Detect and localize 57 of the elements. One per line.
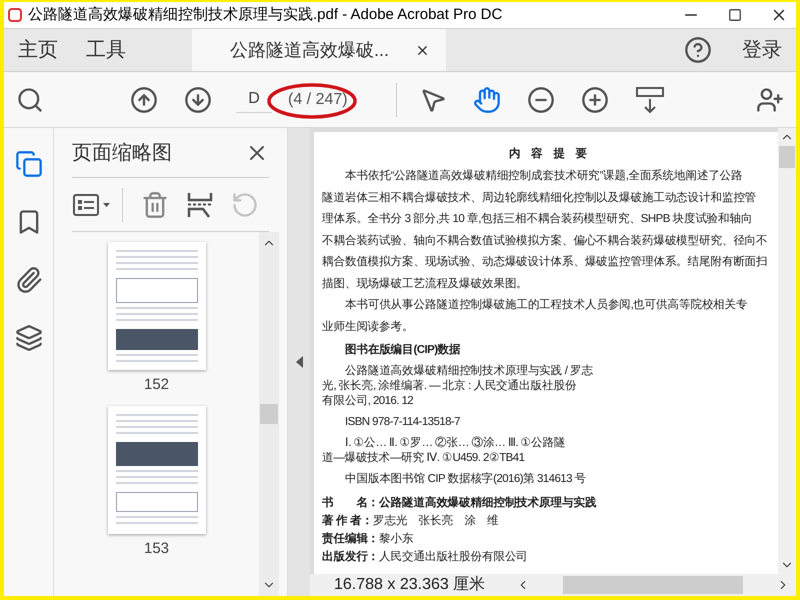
document-text: 有限公司, 2016. 12 [322,394,414,409]
options-icon[interactable] [72,192,112,218]
page-thumbnail[interactable] [108,406,206,534]
hand-icon[interactable] [472,86,501,114]
document-text: 理体系。全书分 3 部分,共 10 章,包括三相不耦合装药模型研究、SHPB 块度试验和轴向 [322,211,754,227]
scrollbar[interactable] [778,128,796,574]
insert-page-icon[interactable] [187,190,213,218]
document-text: 本书依托“公路隧道高效爆破精细控制成套技术研究”课题,全面系统地阐述了公路 [344,168,744,184]
page-number-field[interactable]: D [236,86,272,112]
document-text: Ⅰ. ①公… Ⅱ. ①罗… ②张… ③涂… Ⅲ. ①公路隧 [344,436,566,451]
scroll-thumb[interactable] [260,404,278,424]
window-title: 公路隧道高效爆破精细控制技术原理与实践.pdf - Adobe Acrobat Pro DC [28,4,502,25]
help-icon[interactable] [684,36,712,64]
document-text: 不耦合装药试验、轴向不耦合数值试验模拟方案、偏心不耦合装药爆破模型研究、径向不 [322,233,769,248]
scroll-thumb[interactable] [779,146,795,168]
document-text: 中国版本图书馆 CIP 数据核字(2016)第 314613 号 [344,472,587,487]
panel-title: 页面缩略图 [72,140,172,166]
zoom-in-icon[interactable] [580,86,609,114]
document-text: 描图、现场爆破工艺流程及爆破效果图。 [322,276,529,292]
nav-tab[interactable]: 主页 [4,29,72,71]
tab-label: 公路隧道高效爆破... [230,38,390,62]
document-tab[interactable]: 公路隧道高效爆破... [192,29,446,71]
document-text: 公路隧道高效爆破精细控制技术原理与实践 / 罗志 [344,364,594,379]
arrow-up-icon[interactable] [130,86,158,114]
layers-icon[interactable] [14,324,42,352]
page-number: 152 [144,376,170,394]
zoom-out-icon[interactable] [526,86,555,114]
document-text: 业师生阅读参考。 [322,320,414,334]
page-number: 153 [144,540,170,558]
sign-in-button[interactable]: 登录 [742,35,782,65]
pages-icon[interactable] [14,150,42,178]
document-text: 耦合数值模拟方案、现场试验、动态爆破设计体系、爆破监控管理体系。结尾附有断面扫 [322,254,769,270]
trash-icon[interactable] [141,190,169,218]
page-count: (4 / 247) [288,90,348,110]
paperclip-icon[interactable] [14,266,42,294]
add-user-icon[interactable] [756,86,784,114]
document-text: 光, 张长亮, 涂维编著. — 北京 : 人民交通出版社股份 [322,379,578,394]
document-text: 隧道岩体三相不耦合爆破技术、周边轮廓线精细化控制以及爆破施工动态设计和监控管 [322,190,758,206]
nav-tab[interactable]: 工具 [72,29,140,71]
document-text: ISBN 978-7-114-13518-7 [344,415,461,430]
search-icon[interactable] [16,86,44,114]
document-text: 道—爆破技术—研究 Ⅳ. ①U459. 2②TB41 [322,451,526,466]
arrow-down-icon[interactable] [184,86,212,114]
maximize-icon[interactable] [728,8,742,22]
scroll-mode-icon[interactable] [634,84,665,114]
document-text: 出版发行：人民交通出版社股份有限公司 [322,549,529,565]
app-logo-icon [8,8,22,22]
document-text: 本书可供从事公路隧道控制爆破施工的工程技术人员参阅,也可供高等院校相关专 [344,297,748,313]
document-text: 责任编辑：黎小东 [322,531,414,547]
page-thumbnail[interactable] [108,242,206,370]
collapse-arrow-icon[interactable] [296,356,302,368]
document-text: 书 名：公路隧道高效爆破精细控制技术原理与实践 [322,495,598,511]
document-text: 著 作 者：罗志光 张长亮 涂 维 [322,513,500,529]
scrollbar[interactable] [259,232,279,596]
page-size: 16.788 x 23.363 厘米 [333,574,486,595]
document-text: 内 容 提 要 [508,146,592,162]
document-text: 图书在版编目(CIP)数据 [344,342,462,358]
